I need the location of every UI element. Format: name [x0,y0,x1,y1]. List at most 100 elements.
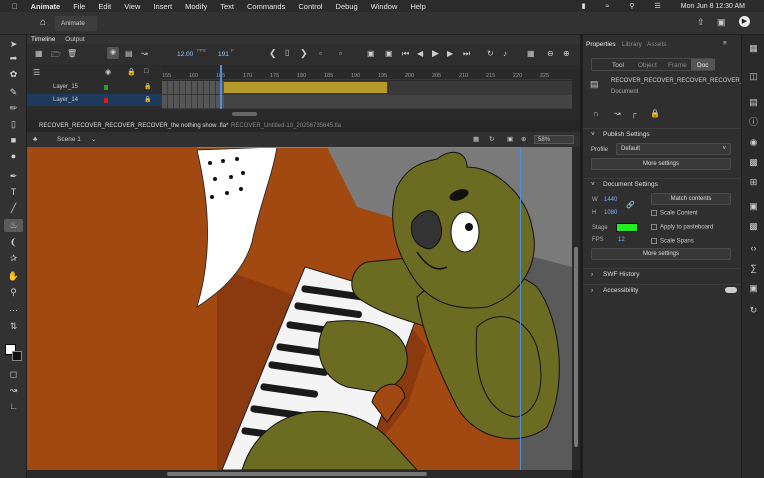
subtab-doc[interactable]: Doc [697,62,709,69]
history-panel-icon[interactable]: ↻ [748,305,759,316]
step-back-icon[interactable]: ◀ [417,49,423,58]
layer-color[interactable] [104,98,108,103]
line-icon[interactable]: ╱ [7,203,20,214]
stroke-color-swatch[interactable] [12,351,22,361]
scene-panel-icon[interactable]: ▣ [748,283,759,294]
search-icon[interactable]: ⚲ [629,2,634,10]
onion-outline-icon[interactable]: ▫ [339,49,342,58]
prev-keyframe-icon[interactable]: ❮ [269,48,277,59]
frames-area[interactable] [162,65,572,109]
select-icon[interactable]: ➤ [7,39,20,50]
lock-icon[interactable]: 🔒 [144,94,151,106]
code-snippets-icon[interactable]: ‹› [748,243,759,254]
snap-icon[interactable]: ◻ [7,369,20,380]
library-panel-icon[interactable]: ◫ [748,71,759,82]
workspace-tab[interactable]: Animate [55,16,97,31]
layer-parenting-icon[interactable]: ▤ [125,49,133,58]
publish-header[interactable]: ˅ Publish Settings [583,128,764,139]
scale-content-checkbox[interactable]: Scale Content [651,210,698,217]
stage-canvas[interactable] [27,147,572,470]
color-panel-icon[interactable]: ◉ [748,137,759,148]
outline-all-icon[interactable]: □ [144,68,148,75]
publish-more-button[interactable]: More settings [591,158,731,170]
rotate-icon[interactable]: ↻ [489,132,494,147]
straighten-icon[interactable]: ∟ [7,401,20,412]
match-contents-button[interactable]: Match contents [651,193,731,205]
menu-edit[interactable]: Edit [98,2,111,11]
panel-menu-icon[interactable]: ≡ [723,40,727,47]
menu-app[interactable]: Animate [31,2,61,11]
control-center-icon[interactable]: ☰ [655,2,661,10]
last-frame-icon[interactable]: ⏭ [463,49,470,59]
first-frame-icon[interactable]: ⏮ [402,49,409,59]
chevron-down-icon[interactable]: ⌄ [91,132,96,147]
share-icon[interactable]: ⇧ [697,17,705,28]
hand-icon[interactable]: ✋ [7,271,20,282]
transform-panel-icon[interactable]: ⊞ [748,177,759,188]
menu-control[interactable]: Control [298,2,322,11]
zoom-icon[interactable]: ⚲ [7,287,20,298]
profile-select[interactable]: Default ˅ [616,143,731,155]
document-more-button[interactable]: More settings [591,248,731,260]
properties-panel-icon[interactable]: ▦ [748,43,759,54]
tab-assets[interactable]: Assets [647,41,667,48]
magnet-icon[interactable]: ∩ [593,109,599,118]
menu-help[interactable]: Help [410,2,425,11]
layer-name[interactable]: Layer_15 [53,84,78,90]
align-panel-icon[interactable]: ▤ [748,97,759,108]
lock-icon[interactable]: 🔒 [144,81,151,93]
edit-multiple-icon[interactable]: ▣ [385,49,393,58]
layer-name[interactable]: Layer_14 [53,97,78,103]
rectangle-icon[interactable]: ■ [7,135,20,146]
scale-spans-checkbox[interactable]: Scale Spans [651,238,694,245]
stage-hscroll[interactable] [27,470,572,478]
menu-modify[interactable]: Modify [185,2,207,11]
tab-output[interactable]: Output [61,35,89,44]
subselect-icon[interactable]: ➦ [7,53,20,64]
more-tools-icon[interactable]: ⋯ [7,305,20,316]
document-settings-header[interactable]: ˅ Document Settings [583,178,764,189]
subtab-tool[interactable]: Tool [612,62,624,69]
width-value[interactable]: 1440 [604,197,617,203]
layout-icon[interactable]: ▣ [717,17,726,28]
actions-panel-icon[interactable]: ∑ [748,263,759,274]
delete-layer-icon[interactable]: 🗑 [67,49,77,58]
menu-insert[interactable]: Insert [153,2,172,11]
lock-all-icon[interactable]: 🔒 [127,68,136,76]
frame-ruler[interactable]: 155 160 165 170 175 180 185 190 195 200 … [162,66,572,80]
menu-debug[interactable]: Debug [336,2,358,11]
center-frame-icon[interactable]: ▦ [527,49,535,58]
stage-vscroll[interactable] [572,147,580,470]
show-all-icon[interactable]: ◉ [105,68,111,76]
scene-label[interactable]: Scene 1 [57,132,81,147]
fps-value[interactable]: 12 [618,237,625,243]
info-panel-icon[interactable]: ⓘ [748,117,759,128]
swap-colors-icon[interactable]: ⇅ [7,321,20,332]
oval-icon[interactable]: ● [7,151,20,162]
layer-color[interactable] [104,85,108,90]
swatches-panel-icon[interactable]: ▩ [748,157,759,168]
eraser-icon[interactable]: ▯ [7,119,20,130]
accessibility-header[interactable]: › Accessibility [583,284,764,295]
camera-icon[interactable]: ◉ [107,47,119,59]
curve-icon[interactable]: ↝ [614,109,621,118]
swf-history-header[interactable]: › SWF History [583,268,764,279]
playhead[interactable] [220,65,222,109]
stage-color-swatch[interactable] [616,223,638,232]
insert-keyframe-icon[interactable]: ▯ [285,48,289,57]
center-stage-icon[interactable]: ⊕ [521,132,526,147]
doc-tab[interactable]: RECOVER_Untitled-10_20256735645.fla [231,120,341,132]
link-icon[interactable]: 🔗 [626,201,635,209]
graph-icon[interactable]: ↝ [141,49,148,58]
corner-icon[interactable]: ┌ [631,109,637,118]
onion-skin-icon[interactable]: ▫ [319,49,322,58]
tab-properties[interactable]: Properties [586,41,616,48]
pen-icon[interactable]: ✒ [7,171,20,182]
apple-icon[interactable]:  [12,2,18,11]
apply-pasteboard-checkbox[interactable]: Apply to pasteboard [651,224,713,231]
menu-file[interactable]: File [73,2,85,11]
motion-presets-icon[interactable]: ▣ [748,201,759,212]
home-icon[interactable]: ⌂ [40,17,46,28]
wifi-icon[interactable]: ≈ [606,3,610,10]
accessibility-toggle[interactable] [725,287,737,293]
